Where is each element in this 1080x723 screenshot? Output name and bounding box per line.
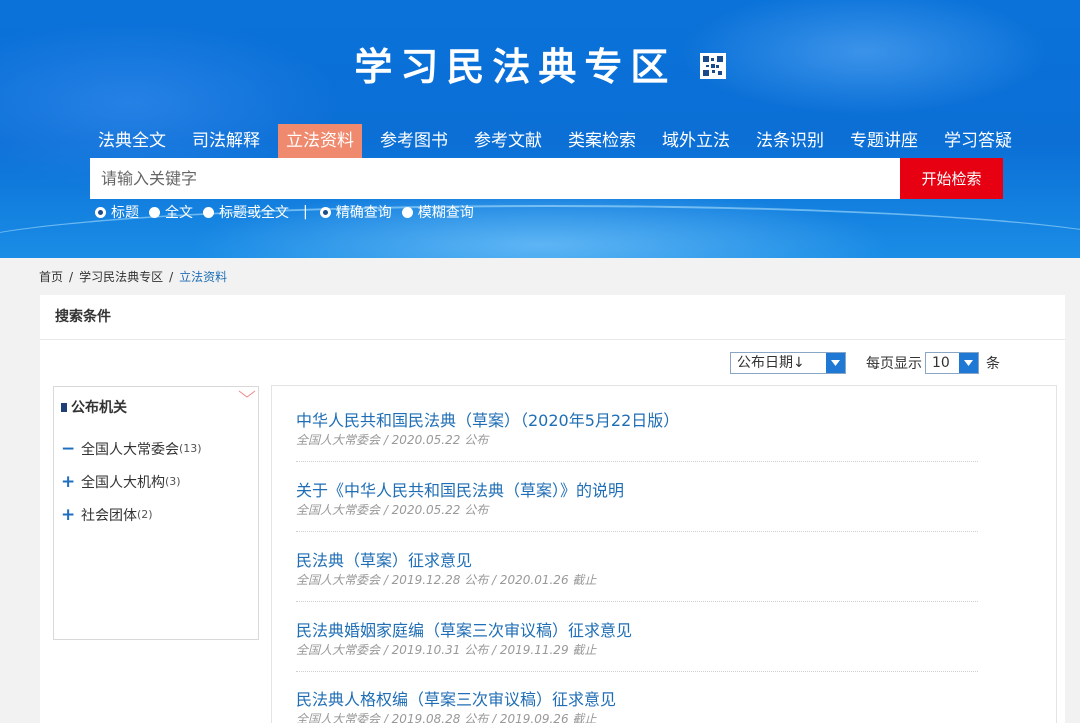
- chevron-down-icon[interactable]: [959, 353, 978, 373]
- list-item: 民法典（草案）征求意见 全国人大常委会 / 2019.12.28 公布 / 20…: [296, 551, 978, 602]
- radio-checked-icon[interactable]: [95, 206, 106, 218]
- per-page-unit: 条: [986, 356, 1000, 372]
- per-page-select[interactable]: 10: [925, 352, 979, 374]
- result-meta: 全国人大常委会 / 2019.10.31 公布 / 2019.11.29 截止: [296, 643, 597, 657]
- result-title-link[interactable]: 中华人民共和国民法典（草案）（2020年5月22日版）: [296, 411, 978, 431]
- result-title-link[interactable]: 民法典（草案）征求意见: [296, 551, 978, 571]
- nav-item-yuwai-lifa[interactable]: 域外立法: [654, 124, 738, 158]
- filter-item-label: 全国人大常委会: [81, 441, 179, 458]
- search-input[interactable]: [90, 158, 900, 199]
- filter-item-count: (13): [179, 442, 202, 455]
- options-divider: |: [303, 204, 308, 220]
- expand-plus-icon[interactable]: +: [61, 505, 81, 525]
- filter-item-label: 社会团体: [81, 507, 137, 524]
- scope-option-fulltext[interactable]: 全文: [149, 202, 193, 222]
- expand-plus-icon[interactable]: +: [61, 472, 81, 492]
- radio-icon[interactable]: [149, 206, 160, 218]
- nav-item-cankao-wenxian[interactable]: 参考文献: [466, 124, 550, 158]
- panel-header: 搜索条件: [40, 295, 1065, 340]
- result-title-link[interactable]: 民法典婚姻家庭编（草案三次审议稿）征求意见: [296, 621, 978, 641]
- scope-option-label: 全文: [165, 205, 193, 221]
- match-option-label: 精确查询: [335, 205, 392, 221]
- sort-controls: 公布日期↓ 每页显示 10 条: [730, 352, 1000, 374]
- per-page-label: 每页显示: [866, 356, 922, 372]
- results-list: 中华人民共和国民法典（草案）（2020年5月22日版） 全国人大常委会 / 20…: [271, 385, 1057, 723]
- list-item: 民法典婚姻家庭编（草案三次审议稿）征求意见 全国人大常委会 / 2019.10.…: [296, 621, 978, 672]
- scope-option-label: 标题: [111, 205, 139, 221]
- breadcrumb: 首页 / 学习民法典专区 / 立法资料: [39, 268, 227, 285]
- radio-checked-icon[interactable]: [319, 206, 331, 218]
- chevron-down-icon[interactable]: [826, 353, 845, 373]
- radio-icon[interactable]: [401, 206, 413, 218]
- match-option-label: 模糊查询: [417, 205, 474, 221]
- filter-item-npc-organs[interactable]: + 全国人大机构 (3): [61, 465, 202, 498]
- filter-tree: − 全国人大常委会 (13) + 全国人大机构 (3) + 社会团体 (2): [61, 432, 202, 531]
- breadcrumb-separator: /: [69, 270, 74, 284]
- sort-select[interactable]: 公布日期↓: [730, 352, 846, 374]
- result-meta: 全国人大常委会 / 2019.12.28 公布 / 2020.01.26 截止: [296, 573, 597, 587]
- search-bar: 开始检索: [90, 158, 1003, 199]
- header-banner: 学习民法典专区 法典全文 司法解释 立法资料 参考图书 参考文献 类案检索 域外…: [0, 0, 1080, 258]
- result-title-link[interactable]: 民法典人格权编（草案三次审议稿）征求意见: [296, 690, 978, 710]
- list-item: 民法典人格权编（草案三次审议稿）征求意见 全国人大常委会 / 2019.08.2…: [296, 690, 978, 723]
- collapse-icon[interactable]: [238, 390, 256, 401]
- filter-item-count: (3): [165, 475, 181, 488]
- sort-select-value: 公布日期↓: [737, 355, 805, 371]
- breadcrumb-current: 立法资料: [179, 270, 228, 284]
- breadcrumb-separator: /: [169, 270, 174, 284]
- scope-option-title[interactable]: 标题: [95, 202, 139, 222]
- qr-code-icon[interactable]: [699, 52, 726, 79]
- site-title: 学习民法典专区: [0, 36, 1080, 91]
- result-meta: 全国人大常委会 / 2019.08.28 公布 / 2019.09.26 截止: [296, 712, 597, 723]
- search-options: 标题 全文 标题或全文 | 精确查询 模糊查询: [95, 202, 484, 222]
- result-meta: 全国人大常委会 / 2020.05.22 公布: [296, 433, 489, 447]
- list-item: 中华人民共和国民法典（草案）（2020年5月22日版） 全国人大常委会 / 20…: [296, 411, 978, 462]
- nav-item-fatiao-shibie[interactable]: 法条识别: [748, 124, 832, 158]
- breadcrumb-section[interactable]: 学习民法典专区: [79, 270, 163, 284]
- filter-item-label: 全国人大机构: [81, 474, 165, 491]
- result-title-link[interactable]: 关于《中华人民共和国民法典（草案）》的说明: [296, 481, 978, 501]
- bullet-icon: [61, 402, 67, 412]
- radio-icon[interactable]: [203, 206, 214, 218]
- sidebar-title-text: 公布机关: [71, 400, 127, 416]
- list-item: 关于《中华人民共和国民法典（草案）》的说明 全国人大常委会 / 2020.05.…: [296, 481, 978, 532]
- scope-option-title-or-fulltext[interactable]: 标题或全文: [203, 202, 289, 222]
- scope-option-label: 标题或全文: [219, 205, 289, 221]
- nav-item-sifa-jieshi[interactable]: 司法解释: [184, 124, 268, 158]
- search-button[interactable]: 开始检索: [900, 158, 1003, 199]
- nav-item-zhuanti-jiangzuo[interactable]: 专题讲座: [842, 124, 926, 158]
- breadcrumb-home[interactable]: 首页: [39, 270, 63, 284]
- filter-item-count: (2): [137, 508, 153, 521]
- result-meta: 全国人大常委会 / 2020.05.22 公布: [296, 503, 489, 517]
- nav-item-fadian-quanwen[interactable]: 法典全文: [90, 124, 174, 158]
- search-panel: 搜索条件 公布日期↓ 每页显示 10 条 公布机关 − 全国人大常委会 (13)…: [40, 295, 1065, 723]
- nav-item-lifa-ziliao[interactable]: 立法资料: [278, 124, 362, 158]
- filter-item-social-groups[interactable]: + 社会团体 (2): [61, 498, 202, 531]
- filter-item-npcsc[interactable]: − 全国人大常委会 (13): [61, 432, 202, 465]
- nav-item-leian-jiansuo[interactable]: 类案检索: [560, 124, 644, 158]
- main-nav: 法典全文 司法解释 立法资料 参考图书 参考文献 类案检索 域外立法 法条识别 …: [90, 124, 1030, 158]
- per-page-value: 10: [932, 355, 950, 371]
- match-option-fuzzy[interactable]: 模糊查询: [401, 202, 474, 222]
- collapse-minus-icon[interactable]: −: [61, 439, 81, 459]
- filter-sidebar: 公布机关 − 全国人大常委会 (13) + 全国人大机构 (3) + 社会团体 …: [53, 386, 259, 640]
- site-title-text: 学习民法典专区: [354, 45, 677, 89]
- sidebar-title: 公布机关: [61, 397, 127, 417]
- match-option-exact[interactable]: 精确查询: [319, 202, 392, 222]
- nav-item-xuexi-dayi[interactable]: 学习答疑: [936, 124, 1020, 158]
- nav-item-cankao-tushu[interactable]: 参考图书: [372, 124, 456, 158]
